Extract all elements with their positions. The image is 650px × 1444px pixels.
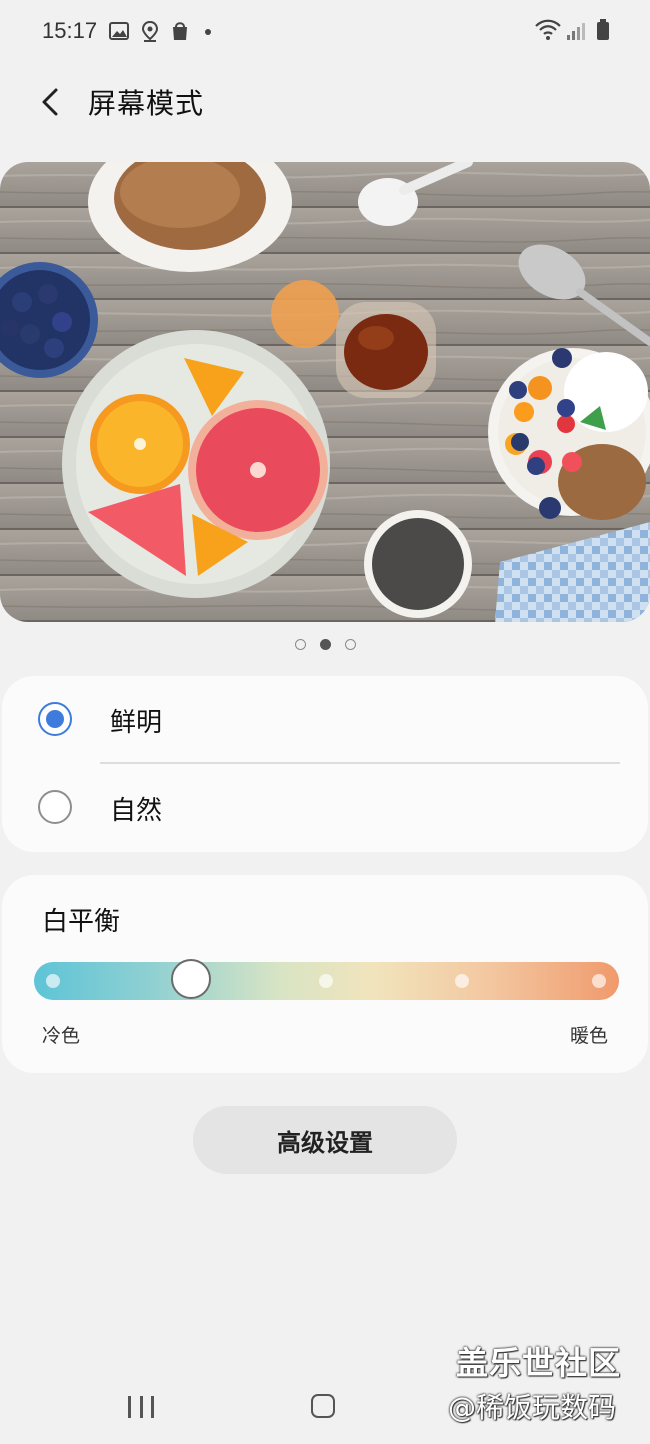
radio-unselected-icon[interactable] <box>38 790 72 824</box>
signal-icon <box>567 23 585 40</box>
status-bar: 15:17 <box>0 0 650 64</box>
cool-label: 冷色 <box>42 1025 81 1047</box>
breakfast-photo <box>0 162 650 622</box>
pager-dot-active[interactable] <box>319 639 331 650</box>
slider-stop <box>592 974 606 988</box>
preview-pager <box>0 639 650 653</box>
advanced-settings-button[interactable]: 高级设置 <box>193 1106 457 1174</box>
radio-selected-icon[interactable] <box>38 702 72 736</box>
location-icon <box>141 20 159 42</box>
mode-option-label: 自然 <box>110 796 163 826</box>
battery-icon <box>597 19 609 40</box>
pager-dot[interactable] <box>294 639 306 650</box>
dot-icon <box>205 29 211 35</box>
back-button[interactable] <box>30 82 70 122</box>
mode-option-vivid[interactable]: 鲜明 <box>2 676 648 764</box>
page-title: 屏幕模式 <box>88 87 205 120</box>
white-balance-card: 白平衡 冷色 暖色 <box>2 875 648 1073</box>
white-balance-title: 白平衡 <box>42 907 121 937</box>
preview-image[interactable] <box>0 162 650 622</box>
warm-label: 暖色 <box>569 1025 608 1047</box>
recents-icon[interactable] <box>128 1396 154 1418</box>
watermark-line2: @稀饭玩数码 <box>448 1391 617 1424</box>
mode-option-natural[interactable]: 自然 <box>2 764 648 852</box>
slider-stop <box>46 974 60 988</box>
image-icon <box>109 22 129 40</box>
pager-dot[interactable] <box>344 639 356 650</box>
slider-thumb[interactable] <box>171 959 211 999</box>
screen-mode-card: 鲜明 自然 <box>2 676 648 852</box>
mode-option-label: 鲜明 <box>110 708 163 738</box>
home-icon[interactable] <box>311 1394 335 1418</box>
slider-stop <box>455 974 469 988</box>
white-balance-slider[interactable] <box>34 959 619 1000</box>
status-time: 15:17 <box>42 18 98 43</box>
shopping-bag-icon <box>173 22 187 40</box>
header: 屏幕模式 <box>0 70 650 134</box>
slider-stop <box>319 974 333 988</box>
back-arrow-icon <box>42 88 58 116</box>
watermark-line1: 盖乐世社区 <box>456 1344 622 1382</box>
wifi-icon <box>535 19 561 40</box>
